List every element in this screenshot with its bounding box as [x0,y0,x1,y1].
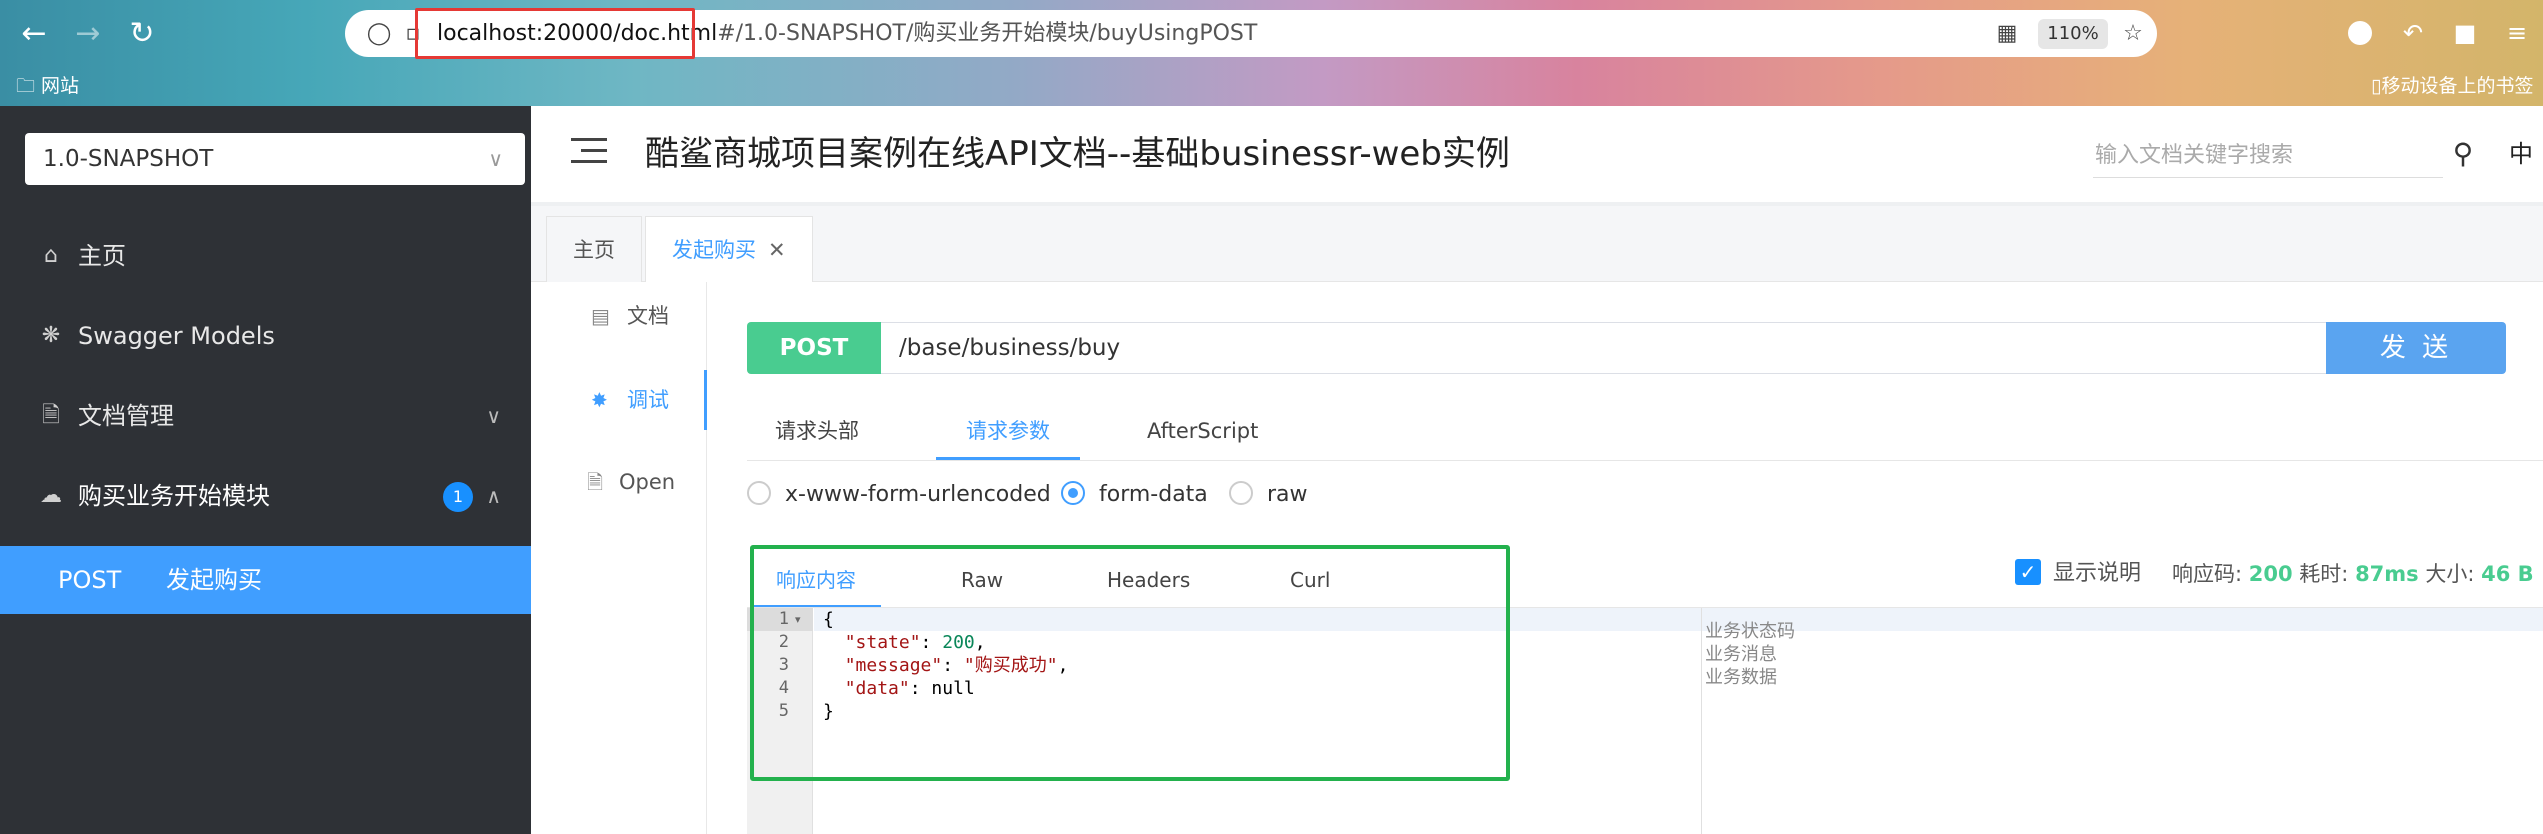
tab-request-headers[interactable]: 请求头部 [775,402,859,460]
radio-circle [1229,481,1253,505]
home-icon: ⌂ [44,243,58,268]
radio-circle [1061,481,1085,505]
sidebar-item-label: 文档管理 [78,402,174,430]
response-time: 87ms [2355,562,2419,586]
sidebar-item-label: 主页 [78,242,126,270]
back-icon[interactable]: ← [14,14,54,54]
undo-icon[interactable]: ↶ [2396,16,2430,50]
send-button[interactable]: 发 送 [2326,322,2506,374]
search-input[interactable] [2093,134,2443,178]
radio-label: raw [1267,482,1308,507]
url-highlight-box [415,8,695,59]
document-icon: ▤ [591,304,610,328]
tab-request-params[interactable]: 请求参数 [936,402,1080,460]
sidebar-item-swagger-models[interactable]: ❋ Swagger Models [0,306,531,366]
cube-icon: ❋ [41,323,61,348]
version-value: 1.0-SNAPSHOT [43,146,214,172]
browser-toolbar: ← → ↻ ◯ ▫ localhost:20000/doc.html#/1.0-… [0,0,2543,106]
divider [747,460,2543,461]
bug-icon: ✸ [591,388,608,412]
cloud-icon: ☁ [40,483,62,508]
bookmark-folder-label: 网站 [41,75,80,97]
field-description: 业务状态码 [1705,621,1795,642]
language-toggle[interactable]: 中 [2509,134,2533,174]
show-description-checkbox[interactable]: ✓ 显示说明 [2015,554,2141,594]
chevron-up-icon: ∧ [486,484,501,508]
vertical-nav: ▤ 文档 ✸ 调试 🗎 Open [531,282,707,834]
count-badge: 1 [443,482,473,512]
sidebar-item-doc-manage[interactable]: 🗎 文档管理 ∨ [0,386,531,446]
extension-badge[interactable]: 2 [2348,21,2372,45]
sidebar-item-label: 购买业务开始模块 [78,482,270,510]
code-label: 响应码: [2172,562,2243,586]
zoom-level[interactable]: 110% [2038,19,2108,49]
shield-icon[interactable]: ◯ [363,18,395,50]
checkbox-label: 显示说明 [2053,561,2142,586]
checkmark-icon: ✓ [2015,559,2041,585]
menu-icon[interactable]: ≡ [2500,16,2534,50]
method-badge: POST [747,322,881,374]
sidebar-item-label: Swagger Models [78,322,275,350]
bookmark-mobile[interactable]: ▯移动设备上的书签 [2371,72,2543,100]
description-divider [1701,608,1702,834]
radio-raw[interactable]: raw [1229,478,1308,512]
response-meta: 响应码: 200 耗时: 87ms 大小: 46 B [2172,554,2534,594]
chevron-down-icon: ∨ [486,404,501,428]
sidebar-item-buy-module[interactable]: ☁ 购买业务开始模块 1 ∧ [0,466,531,526]
response-code: 200 [2248,562,2293,586]
url-path: #/1.0-SNAPSHOT/购买业务开始模块/buyUsingPOST [717,21,1258,46]
version-select[interactable]: 1.0-SNAPSHOT ∨ [25,133,525,185]
radio-form-data[interactable]: form-data [1061,478,1208,512]
radio-urlencoded[interactable]: x-www-form-urlencoded [747,478,1051,512]
time-label: 耗时: [2299,562,2349,586]
page-tab-bar: 主页 发起购买 ✕ [531,206,2543,282]
bookmarks-bar: 🗀 网站 ▯移动设备上的书签 [0,66,2543,106]
page-title: 酷鲨商城项目案例在线API文档--基础businessr-web实例 [645,134,1510,174]
document-settings-icon: 🗎 [42,403,60,428]
star-icon[interactable]: ☆ [2117,18,2149,50]
close-icon[interactable]: ✕ [768,238,786,262]
chevron-down-icon: ∨ [488,147,503,171]
app-header: 酷鲨商城项目案例在线API文档--基础businessr-web实例 ⚲ 中 [531,106,2543,206]
tab-afterscript[interactable]: AfterScript [1147,402,1258,460]
file-icon: 🗎 [587,470,604,494]
tab-label: 发起购买 [672,238,756,262]
vnav-debug[interactable]: ✸ 调试 [531,370,707,430]
reload-icon[interactable]: ↻ [122,14,162,54]
bookmark-mobile-label: 移动设备上的书签 [2381,75,2534,97]
api-title: 发起购买 [166,566,262,594]
api-method: POST [58,566,122,594]
size-label: 大小: [2425,562,2475,586]
bookmark-folder[interactable]: 🗀 网站 [16,72,79,100]
vnav-label: Open [619,470,676,494]
search-icon[interactable]: ⚲ [2443,134,2483,174]
response-highlight-box [750,545,1510,781]
radio-label: x-www-form-urlencoded [785,482,1051,507]
tab-label: 主页 [573,238,615,262]
vnav-open[interactable]: 🗎 Open [531,452,707,512]
field-description: 业务数据 [1705,667,1777,688]
forward-icon[interactable]: → [68,14,108,54]
radio-label: form-data [1099,482,1208,507]
tab-home[interactable]: 主页 [546,216,642,282]
request-url-input[interactable]: /base/business/buy [881,322,2426,374]
sidebar-item-buy-api[interactable]: POST 发起购买 [0,546,531,614]
vnav-label: 文档 [627,304,669,328]
tab-buy[interactable]: 发起购买 ✕ [645,216,813,282]
hamburger-icon[interactable] [571,138,607,168]
sidebar: 1.0-SNAPSHOT ∨ ⌂ 主页 ❋ Swagger Models 🗎 文… [0,106,531,834]
extension-icon[interactable]: ■ [2448,16,2482,50]
response-size: 46 B [2481,562,2534,586]
vnav-label: 调试 [627,388,669,412]
qr-code-icon[interactable]: ▦ [1991,18,2023,50]
field-description: 业务消息 [1705,644,1777,665]
sidebar-item-home[interactable]: ⌂ 主页 [0,226,531,286]
radio-circle [747,481,771,505]
vnav-doc[interactable]: ▤ 文档 [531,286,707,346]
